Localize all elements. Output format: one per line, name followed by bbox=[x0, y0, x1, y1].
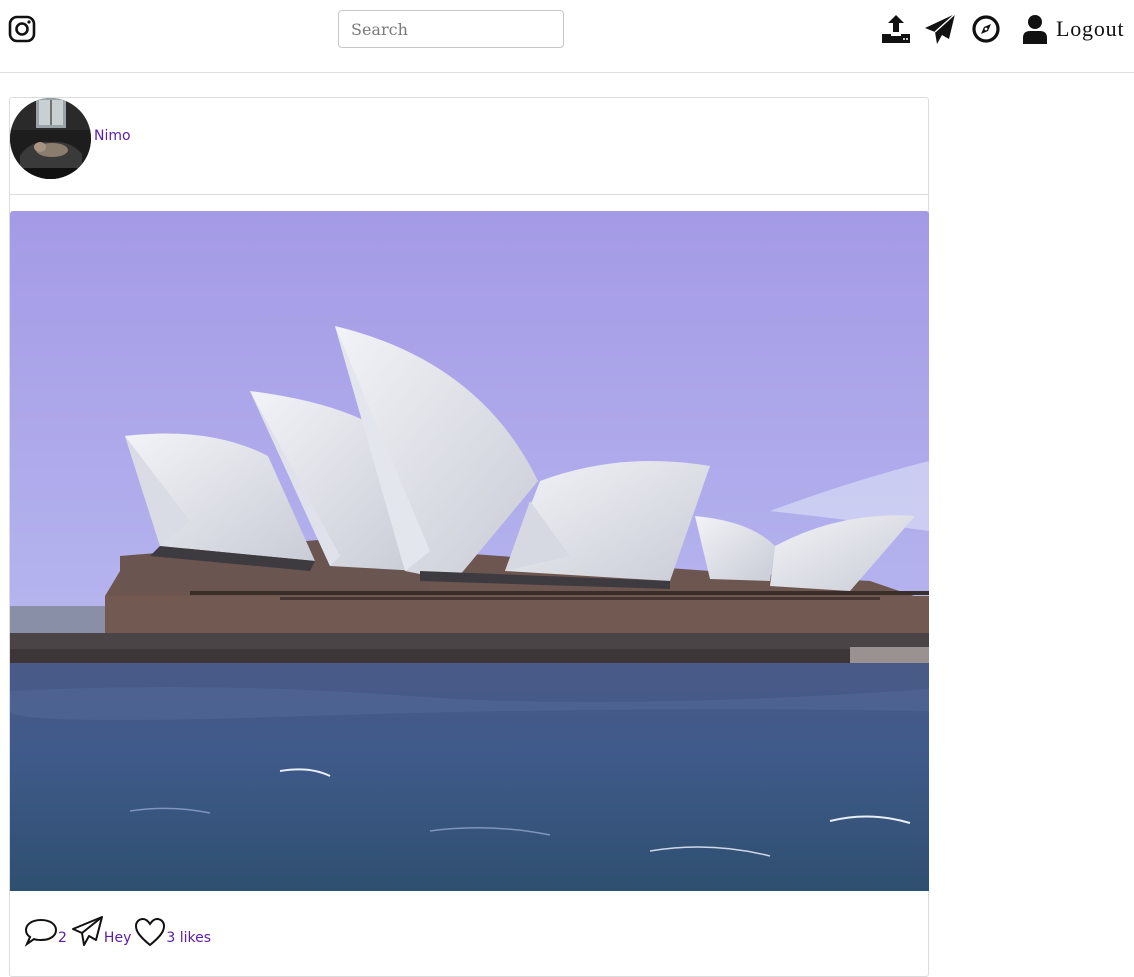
navbar: Logout bbox=[0, 0, 1134, 73]
explore-icon[interactable] bbox=[971, 14, 1001, 44]
instagram-icon[interactable] bbox=[8, 15, 36, 43]
user-icon bbox=[1023, 15, 1047, 44]
comment-count[interactable]: 2 bbox=[58, 930, 67, 946]
share-label[interactable]: Hey bbox=[104, 930, 131, 946]
logout-label: Logout bbox=[1056, 16, 1125, 41]
upload-icon[interactable] bbox=[880, 13, 912, 45]
post-actions: 2 Hey 3 likes bbox=[24, 913, 211, 947]
search-input[interactable] bbox=[338, 10, 564, 48]
post-card: Nimo 2 Hey 3 likes bbox=[9, 97, 929, 977]
post-username-link[interactable]: Nimo bbox=[94, 128, 131, 144]
logout-button[interactable]: Logout bbox=[1022, 12, 1124, 46]
send-icon[interactable] bbox=[70, 915, 104, 947]
likes-count[interactable]: 3 likes bbox=[166, 930, 211, 946]
heart-icon[interactable] bbox=[134, 917, 166, 947]
send-icon[interactable] bbox=[924, 13, 956, 45]
comment-icon[interactable] bbox=[24, 917, 58, 947]
avatar[interactable] bbox=[10, 98, 91, 179]
post-header: Nimo bbox=[10, 98, 928, 195]
post-image[interactable] bbox=[10, 211, 929, 891]
